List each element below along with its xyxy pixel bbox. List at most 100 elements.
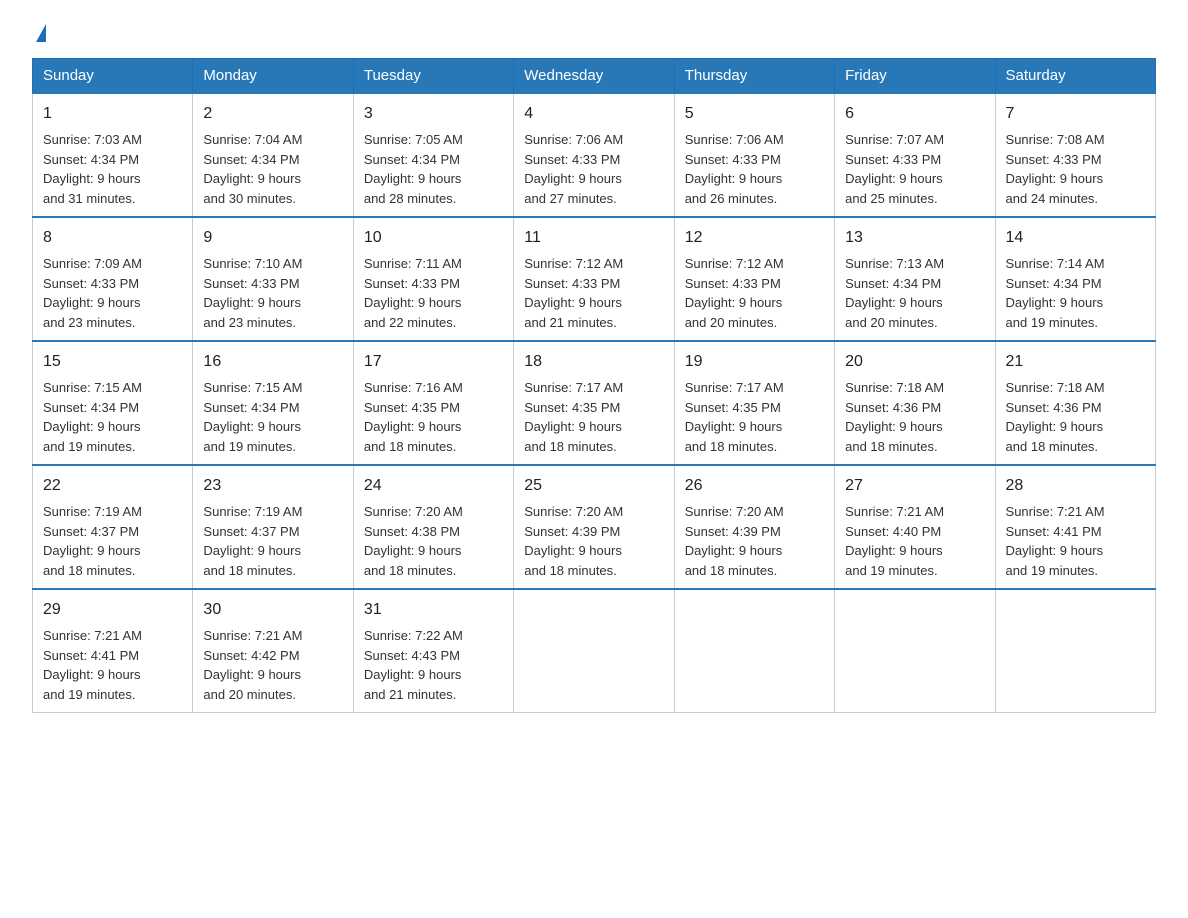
calendar-cell: 1 Sunrise: 7:03 AMSunset: 4:34 PMDayligh… [33,93,193,217]
calendar-cell: 18 Sunrise: 7:17 AMSunset: 4:35 PMDaylig… [514,341,674,465]
calendar-cell: 13 Sunrise: 7:13 AMSunset: 4:34 PMDaylig… [835,217,995,341]
day-info: Sunrise: 7:21 AMSunset: 4:40 PMDaylight:… [845,504,944,578]
calendar-header-friday: Friday [835,59,995,94]
day-info: Sunrise: 7:15 AMSunset: 4:34 PMDaylight:… [43,380,142,454]
calendar-cell [514,589,674,713]
day-number: 8 [43,226,182,250]
day-info: Sunrise: 7:20 AMSunset: 4:39 PMDaylight:… [685,504,784,578]
day-info: Sunrise: 7:13 AMSunset: 4:34 PMDaylight:… [845,256,944,330]
day-number: 3 [364,102,503,126]
calendar-header-thursday: Thursday [674,59,834,94]
day-info: Sunrise: 7:19 AMSunset: 4:37 PMDaylight:… [203,504,302,578]
calendar-header-tuesday: Tuesday [353,59,513,94]
day-number: 13 [845,226,984,250]
calendar-cell: 24 Sunrise: 7:20 AMSunset: 4:38 PMDaylig… [353,465,513,589]
day-info: Sunrise: 7:15 AMSunset: 4:34 PMDaylight:… [203,380,302,454]
calendar-header-monday: Monday [193,59,353,94]
calendar-week-row: 8 Sunrise: 7:09 AMSunset: 4:33 PMDayligh… [33,217,1156,341]
day-info: Sunrise: 7:19 AMSunset: 4:37 PMDaylight:… [43,504,142,578]
calendar-cell: 2 Sunrise: 7:04 AMSunset: 4:34 PMDayligh… [193,93,353,217]
day-info: Sunrise: 7:11 AMSunset: 4:33 PMDaylight:… [364,256,462,330]
day-number: 11 [524,226,663,250]
day-number: 6 [845,102,984,126]
day-number: 20 [845,350,984,374]
calendar-cell: 9 Sunrise: 7:10 AMSunset: 4:33 PMDayligh… [193,217,353,341]
calendar-header-row: SundayMondayTuesdayWednesdayThursdayFrid… [33,59,1156,94]
calendar-cell: 27 Sunrise: 7:21 AMSunset: 4:40 PMDaylig… [835,465,995,589]
calendar-week-row: 1 Sunrise: 7:03 AMSunset: 4:34 PMDayligh… [33,93,1156,217]
day-info: Sunrise: 7:18 AMSunset: 4:36 PMDaylight:… [1006,380,1105,454]
day-number: 4 [524,102,663,126]
day-info: Sunrise: 7:21 AMSunset: 4:41 PMDaylight:… [1006,504,1105,578]
calendar-week-row: 15 Sunrise: 7:15 AMSunset: 4:34 PMDaylig… [33,341,1156,465]
calendar-cell: 8 Sunrise: 7:09 AMSunset: 4:33 PMDayligh… [33,217,193,341]
calendar-cell: 7 Sunrise: 7:08 AMSunset: 4:33 PMDayligh… [995,93,1155,217]
day-info: Sunrise: 7:12 AMSunset: 4:33 PMDaylight:… [524,256,623,330]
day-number: 2 [203,102,342,126]
calendar-cell [674,589,834,713]
calendar-cell: 30 Sunrise: 7:21 AMSunset: 4:42 PMDaylig… [193,589,353,713]
day-info: Sunrise: 7:05 AMSunset: 4:34 PMDaylight:… [364,132,463,206]
day-number: 5 [685,102,824,126]
calendar-cell: 14 Sunrise: 7:14 AMSunset: 4:34 PMDaylig… [995,217,1155,341]
calendar-cell: 5 Sunrise: 7:06 AMSunset: 4:33 PMDayligh… [674,93,834,217]
day-info: Sunrise: 7:22 AMSunset: 4:43 PMDaylight:… [364,628,463,702]
day-info: Sunrise: 7:16 AMSunset: 4:35 PMDaylight:… [364,380,463,454]
day-number: 1 [43,102,182,126]
calendar-cell: 17 Sunrise: 7:16 AMSunset: 4:35 PMDaylig… [353,341,513,465]
calendar-cell: 6 Sunrise: 7:07 AMSunset: 4:33 PMDayligh… [835,93,995,217]
calendar-cell: 12 Sunrise: 7:12 AMSunset: 4:33 PMDaylig… [674,217,834,341]
calendar-cell: 3 Sunrise: 7:05 AMSunset: 4:34 PMDayligh… [353,93,513,217]
day-info: Sunrise: 7:21 AMSunset: 4:41 PMDaylight:… [43,628,142,702]
calendar-cell: 20 Sunrise: 7:18 AMSunset: 4:36 PMDaylig… [835,341,995,465]
calendar-header-sunday: Sunday [33,59,193,94]
day-info: Sunrise: 7:20 AMSunset: 4:38 PMDaylight:… [364,504,463,578]
calendar-cell: 25 Sunrise: 7:20 AMSunset: 4:39 PMDaylig… [514,465,674,589]
calendar-cell [835,589,995,713]
calendar-cell: 22 Sunrise: 7:19 AMSunset: 4:37 PMDaylig… [33,465,193,589]
day-number: 12 [685,226,824,250]
day-info: Sunrise: 7:10 AMSunset: 4:33 PMDaylight:… [203,256,302,330]
day-info: Sunrise: 7:07 AMSunset: 4:33 PMDaylight:… [845,132,944,206]
calendar-cell: 26 Sunrise: 7:20 AMSunset: 4:39 PMDaylig… [674,465,834,589]
day-number: 21 [1006,350,1145,374]
calendar-cell: 19 Sunrise: 7:17 AMSunset: 4:35 PMDaylig… [674,341,834,465]
calendar-cell: 21 Sunrise: 7:18 AMSunset: 4:36 PMDaylig… [995,341,1155,465]
day-number: 28 [1006,474,1145,498]
calendar-table: SundayMondayTuesdayWednesdayThursdayFrid… [32,58,1156,713]
day-info: Sunrise: 7:20 AMSunset: 4:39 PMDaylight:… [524,504,623,578]
calendar-cell: 23 Sunrise: 7:19 AMSunset: 4:37 PMDaylig… [193,465,353,589]
day-info: Sunrise: 7:12 AMSunset: 4:33 PMDaylight:… [685,256,784,330]
day-number: 22 [43,474,182,498]
day-number: 30 [203,598,342,622]
calendar-cell [995,589,1155,713]
day-info: Sunrise: 7:17 AMSunset: 4:35 PMDaylight:… [685,380,784,454]
day-number: 23 [203,474,342,498]
page-header [32,24,1156,42]
calendar-cell: 10 Sunrise: 7:11 AMSunset: 4:33 PMDaylig… [353,217,513,341]
logo [32,24,46,42]
day-info: Sunrise: 7:03 AMSunset: 4:34 PMDaylight:… [43,132,142,206]
day-info: Sunrise: 7:09 AMSunset: 4:33 PMDaylight:… [43,256,142,330]
calendar-week-row: 29 Sunrise: 7:21 AMSunset: 4:41 PMDaylig… [33,589,1156,713]
day-number: 16 [203,350,342,374]
day-number: 24 [364,474,503,498]
calendar-cell: 11 Sunrise: 7:12 AMSunset: 4:33 PMDaylig… [514,217,674,341]
calendar-cell: 4 Sunrise: 7:06 AMSunset: 4:33 PMDayligh… [514,93,674,217]
logo-triangle-icon [36,24,46,42]
day-number: 9 [203,226,342,250]
day-number: 14 [1006,226,1145,250]
day-number: 17 [364,350,503,374]
day-number: 25 [524,474,663,498]
day-number: 18 [524,350,663,374]
day-info: Sunrise: 7:18 AMSunset: 4:36 PMDaylight:… [845,380,944,454]
calendar-cell: 29 Sunrise: 7:21 AMSunset: 4:41 PMDaylig… [33,589,193,713]
day-info: Sunrise: 7:06 AMSunset: 4:33 PMDaylight:… [685,132,784,206]
calendar-week-row: 22 Sunrise: 7:19 AMSunset: 4:37 PMDaylig… [33,465,1156,589]
day-number: 26 [685,474,824,498]
day-info: Sunrise: 7:04 AMSunset: 4:34 PMDaylight:… [203,132,302,206]
day-info: Sunrise: 7:06 AMSunset: 4:33 PMDaylight:… [524,132,623,206]
day-info: Sunrise: 7:21 AMSunset: 4:42 PMDaylight:… [203,628,302,702]
calendar-cell: 15 Sunrise: 7:15 AMSunset: 4:34 PMDaylig… [33,341,193,465]
day-number: 29 [43,598,182,622]
